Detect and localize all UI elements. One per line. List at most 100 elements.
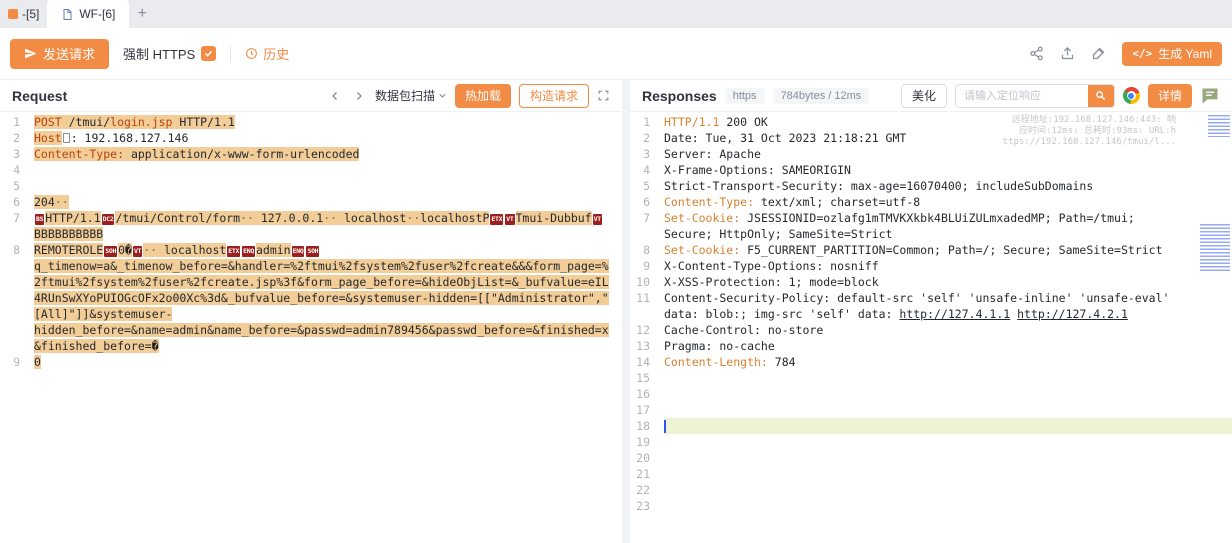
editor-line[interactable]: 4X-Frame-Options: SAMEORIGIN [630,162,1232,178]
tab-active-wf[interactable]: WF-[6] [47,0,129,28]
line-content[interactable] [664,370,1232,386]
chrome-icon[interactable] [1123,87,1140,104]
line-content[interactable] [34,162,622,178]
editor-line[interactable]: 7Set-Cookie: JSESSIONID=ozlafg1mTMVKXkbk… [630,210,1232,242]
beautify-button[interactable]: 美化 [901,84,947,108]
prev-request-button[interactable] [327,88,343,104]
response-editor[interactable]: 1HTTP/1.1 200 OK2Date: Tue, 31 Oct 2023 … [630,114,1232,514]
packet-scan-button[interactable]: 数据包扫描 [375,87,447,104]
stats-tag: 784bytes / 12ms [773,88,870,104]
editor-line[interactable]: 20 [630,450,1232,466]
line-content[interactable] [664,466,1232,482]
tab-overflow[interactable]: -[5] [0,0,47,28]
editor-line[interactable]: 12Cache-Control: no-store [630,322,1232,338]
generate-yaml-button[interactable]: </> 生成 Yaml [1122,42,1222,66]
editor-line[interactable]: 6204·· [0,194,622,210]
editor-line[interactable]: 8REMOTEROLESOH0�VT·· localhostETXENQadmi… [0,242,622,354]
panel-splitter[interactable] [622,80,630,543]
export-button[interactable] [1060,46,1075,61]
toolbar-divider [230,46,231,62]
line-content[interactable]: Content-Type: application/x-www-form-url… [34,146,622,162]
line-content[interactable] [664,418,1232,434]
line-number: 5 [0,178,34,194]
send-request-button[interactable]: 发送请求 [10,39,109,69]
search-button[interactable] [1088,84,1114,108]
minimap[interactable] [1182,112,1232,543]
minimap-marks-top [1208,115,1230,137]
expand-icon [597,89,610,102]
line-content[interactable] [664,402,1232,418]
line-content[interactable]: BSHTTP/1.1DC2/tmui/Control/form·· 127.0.… [34,210,622,242]
editor-line[interactable]: 90 [0,354,622,370]
editor-line[interactable]: 22 [630,482,1232,498]
line-number: 7 [630,210,664,242]
line-content[interactable] [664,434,1232,450]
line-content[interactable]: Set-Cookie: F5_CURRENT_PARTITION=Common;… [664,242,1232,258]
editor-line[interactable]: 10X-XSS-Protection: 1; mode=block [630,274,1232,290]
editor-line[interactable]: 18 [630,418,1232,434]
line-content[interactable] [664,386,1232,402]
line-number: 1 [0,114,34,130]
editor-line[interactable]: 19 [630,434,1232,450]
line-content[interactable]: Set-Cookie: JSESSIONID=ozlafg1mTMVKXkbk4… [664,210,1232,242]
editor-line[interactable]: 7BSHTTP/1.1DC2/tmui/Control/form·· 127.0… [0,210,622,242]
editor-line[interactable]: 1POST /tmui/login.jsp HTTP/1.1 [0,114,622,130]
line-content[interactable]: Cache-Control: no-store [664,322,1232,338]
force-https-toggle[interactable]: 强制 HTTPS [123,44,216,63]
editor-line[interactable]: 15 [630,370,1232,386]
line-content[interactable]: Content-Type: text/xml; charset=utf-8 [664,194,1232,210]
line-number: 12 [630,322,664,338]
hot-reload-button[interactable]: 热加载 [455,84,511,108]
editor-line[interactable]: 23 [630,498,1232,514]
editor-line[interactable]: 2Host: 192.168.127.146 [0,130,622,146]
editor-line[interactable]: 9X-Content-Type-Options: nosniff [630,258,1232,274]
fullscreen-button[interactable] [597,89,610,102]
chat-icon [1200,86,1220,106]
editor-line[interactable]: 8Set-Cookie: F5_CURRENT_PARTITION=Common… [630,242,1232,258]
editor-line[interactable]: 17 [630,402,1232,418]
editor-line[interactable]: 11Content-Security-Policy: default-src '… [630,290,1232,322]
feedback-chat-button[interactable] [1200,86,1220,106]
editor-line[interactable]: 14Content-Length: 784 [630,354,1232,370]
line-content[interactable]: X-Frame-Options: SAMEORIGIN [664,162,1232,178]
line-content[interactable]: 204·· [34,194,622,210]
line-content[interactable]: X-Content-Type-Options: nosniff [664,258,1232,274]
line-content[interactable]: Pragma: no-cache [664,338,1232,354]
line-content[interactable] [34,178,622,194]
editor-line[interactable]: 16 [630,386,1232,402]
editor-line[interactable]: 4 [0,162,622,178]
line-content[interactable]: Strict-Transport-Security: max-age=16070… [664,178,1232,194]
line-content[interactable]: REMOTEROLESOH0�VT·· localhostETXENQadmin… [34,242,622,354]
add-tab-button[interactable]: + [129,0,155,28]
line-content[interactable] [664,482,1232,498]
request-editor[interactable]: 1POST /tmui/login.jsp HTTP/1.12Host: 192… [0,112,622,543]
line-content[interactable]: X-XSS-Protection: 1; mode=block [664,274,1232,290]
next-request-button[interactable] [351,88,367,104]
line-content[interactable]: Server: Apache [664,146,1232,162]
send-request-label: 发送请求 [43,44,95,63]
response-panel: Responses https 784bytes / 12ms 美化 详 [630,80,1232,543]
editor-line[interactable]: 21 [630,466,1232,482]
response-search-input[interactable] [956,90,1088,102]
share-button[interactable] [1029,46,1044,61]
edit-button[interactable] [1091,46,1106,61]
protocol-tag: https [725,88,765,104]
editor-line[interactable]: 3Content-Type: application/x-www-form-ur… [0,146,622,162]
line-content[interactable] [664,450,1232,466]
line-content[interactable] [664,498,1232,514]
editor-line[interactable]: 5 [0,178,622,194]
line-content[interactable]: 0 [34,354,622,370]
line-content[interactable]: Content-Length: 784 [664,354,1232,370]
webfuzzer-app: -[5] WF-[6] + 发送请求 强制 HTTPS [0,0,1232,543]
line-number: 8 [630,242,664,258]
editor-line[interactable]: 5Strict-Transport-Security: max-age=1607… [630,178,1232,194]
line-content[interactable]: Content-Security-Policy: default-src 'se… [664,290,1232,322]
editor-line[interactable]: 3Server: Apache [630,146,1232,162]
editor-line[interactable]: 13Pragma: no-cache [630,338,1232,354]
line-content[interactable]: Host: 192.168.127.146 [34,130,622,146]
construct-request-button[interactable]: 构造请求 [519,84,589,108]
line-content[interactable]: POST /tmui/login.jsp HTTP/1.1 [34,114,622,130]
editor-line[interactable]: 6Content-Type: text/xml; charset=utf-8 [630,194,1232,210]
history-button[interactable]: 历史 [245,44,289,63]
details-button[interactable]: 详情 [1148,84,1192,108]
